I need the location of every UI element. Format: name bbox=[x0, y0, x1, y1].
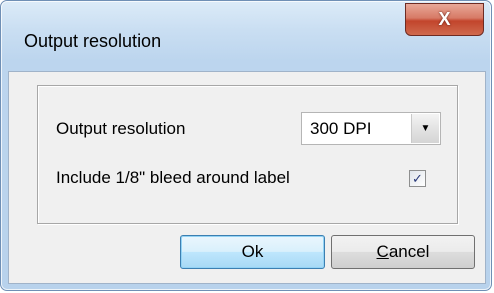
bleed-label: Include 1/8" bleed around label bbox=[56, 168, 290, 187]
resolution-label: Output resolution bbox=[56, 119, 186, 138]
resolution-value: 300 DPI bbox=[310, 119, 372, 138]
chevron-down-icon[interactable]: ▼ bbox=[411, 114, 439, 143]
cancel-mnemonic: C bbox=[376, 242, 389, 261]
cancel-label: Cancel bbox=[377, 242, 430, 262]
ok-label: Ok bbox=[241, 242, 264, 261]
ok-button[interactable]: Ok bbox=[180, 235, 325, 269]
window-title: Output resolution bbox=[24, 31, 162, 51]
resolution-select[interactable]: 300 DPI ▼ bbox=[301, 112, 441, 145]
close-icon: X bbox=[438, 9, 451, 29]
settings-group: Output resolution 300 DPI ▼ Include 1/8"… bbox=[37, 85, 458, 224]
close-button[interactable]: X bbox=[405, 3, 484, 36]
cancel-button[interactable]: Cancel bbox=[331, 235, 475, 269]
dialog-body: Output resolution 300 DPI ▼ Include 1/8"… bbox=[8, 71, 486, 284]
cancel-label-rest: ancel bbox=[388, 242, 430, 261]
check-icon: ✓ bbox=[412, 171, 423, 186]
dialog-window: Output resolution X Output resolution 30… bbox=[0, 0, 492, 291]
bleed-checkbox[interactable]: ✓ bbox=[409, 170, 426, 187]
